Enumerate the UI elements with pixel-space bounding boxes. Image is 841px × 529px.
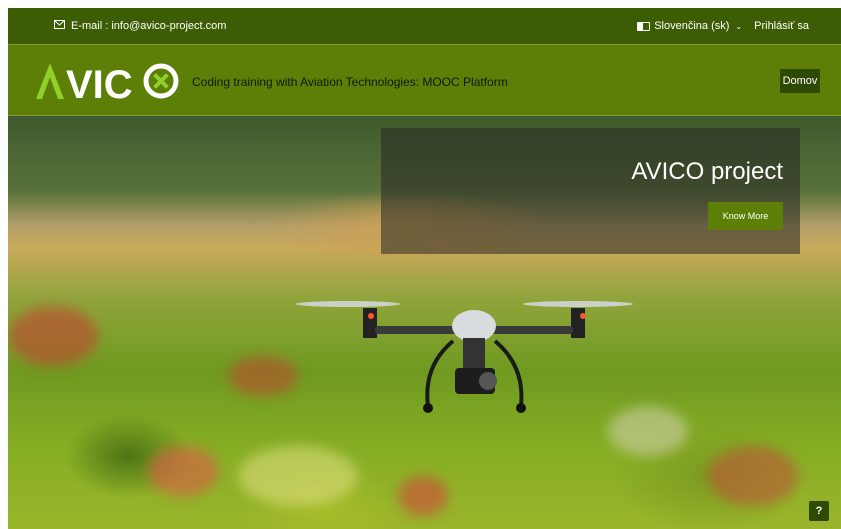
- contact-email[interactable]: E-mail : info@avico-project.com: [54, 20, 226, 32]
- login-link[interactable]: Prihlásiť sa: [754, 20, 809, 32]
- svg-text:VIC: VIC: [66, 63, 133, 101]
- chevron-down-icon: ⌄: [735, 21, 743, 31]
- hero-bokeh: [8, 306, 98, 366]
- envelope-icon: [54, 20, 65, 32]
- hero-banner: AVICO project Know More ?: [8, 116, 841, 529]
- avico-logo-graphic: VIC: [36, 63, 179, 101]
- avico-logo[interactable]: VIC: [34, 59, 184, 103]
- page-frame: E-mail : info@avico-project.com Slovenči…: [8, 8, 841, 529]
- site-tagline: Coding training with Aviation Technologi…: [192, 75, 508, 89]
- hero-bokeh: [148, 446, 218, 496]
- know-more-button[interactable]: Know More: [708, 202, 783, 230]
- hero-bokeh: [398, 476, 448, 516]
- hero-title: AVICO project: [631, 158, 783, 185]
- email-text[interactable]: E-mail : info@avico-project.com: [71, 20, 226, 32]
- hero-bokeh: [238, 446, 358, 506]
- hero-overlay-panel: AVICO project Know More: [381, 128, 800, 254]
- hero-bokeh: [708, 446, 798, 506]
- language-flag-icon: [637, 21, 651, 31]
- help-button[interactable]: ?: [809, 501, 829, 521]
- drone-image: [296, 301, 633, 413]
- site-header: VIC Coding training with Aviation Techno…: [8, 44, 841, 116]
- language-label[interactable]: Slovenčina (sk): [654, 20, 729, 32]
- hero-bokeh: [228, 356, 298, 396]
- language-selector[interactable]: Slovenčina (sk) ⌄: [637, 20, 742, 32]
- top-bar: E-mail : info@avico-project.com Slovenči…: [8, 8, 841, 44]
- nav-home-button[interactable]: Domov: [780, 69, 820, 93]
